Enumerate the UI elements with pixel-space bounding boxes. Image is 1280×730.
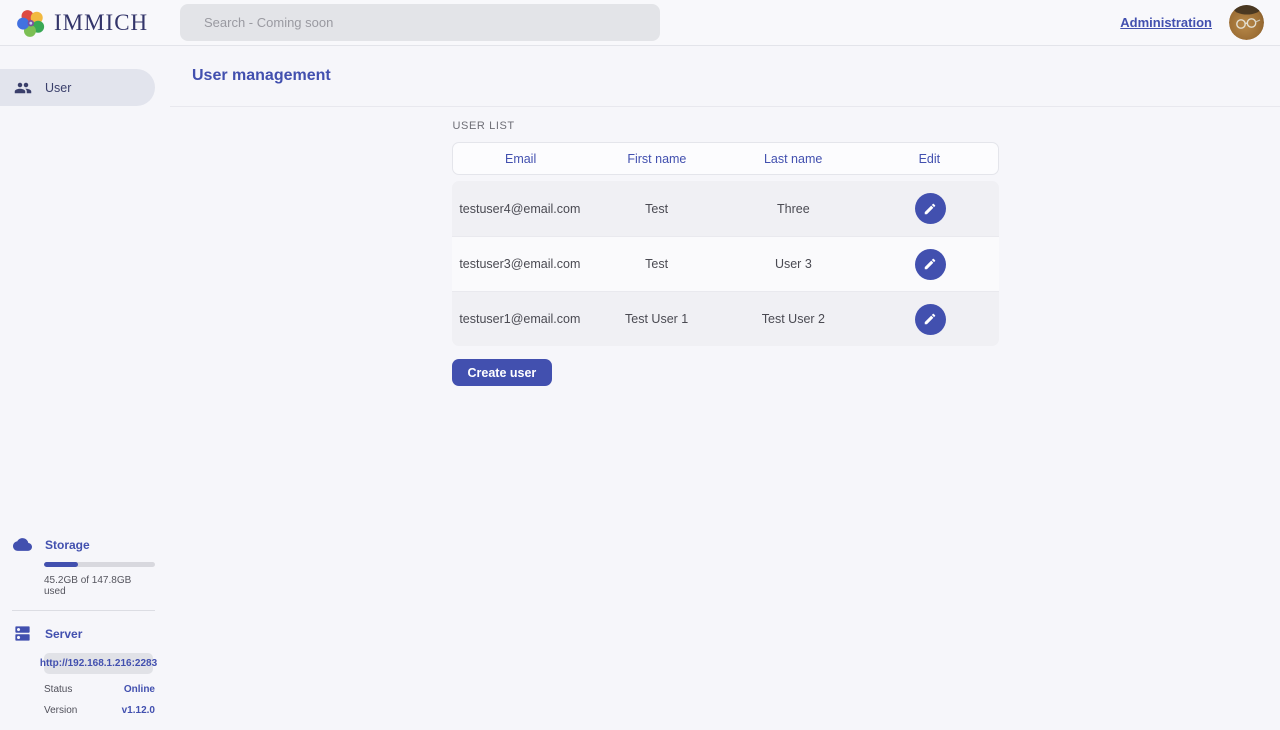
dns-server-icon xyxy=(13,624,32,643)
column-header-edit: Edit xyxy=(861,152,997,166)
pencil-icon xyxy=(923,312,937,326)
administration-link[interactable]: Administration xyxy=(1120,15,1212,30)
cell-edit xyxy=(862,304,999,335)
status-value: Online xyxy=(124,684,155,695)
server-url-chip: http://192.168.1.216:2283 xyxy=(44,653,153,674)
server-status-row: Status Online xyxy=(44,684,155,695)
edit-user-button[interactable] xyxy=(915,249,946,280)
storage-header: Storage xyxy=(0,535,155,554)
main-content: User management USER LIST Email First na… xyxy=(170,46,1280,730)
edit-user-button[interactable] xyxy=(915,304,946,335)
column-header-email: Email xyxy=(453,152,589,166)
cell-email: testuser3@email.com xyxy=(452,257,589,271)
storage-usage-label: 45.2GB of 147.8GB used xyxy=(44,575,155,597)
column-header-last-name: Last name xyxy=(725,152,861,166)
cell-edit xyxy=(862,193,999,224)
edit-user-button[interactable] xyxy=(915,193,946,224)
users-icon xyxy=(14,79,32,97)
section-label: USER LIST xyxy=(453,120,999,132)
cell-last-name: User 3 xyxy=(725,257,862,271)
storage-progress-bar xyxy=(44,562,155,567)
storage-progress-fill xyxy=(44,562,78,567)
cloud-icon xyxy=(13,535,32,554)
server-title: Server xyxy=(45,627,82,641)
immich-logo-icon xyxy=(16,8,46,38)
cell-email: testuser4@email.com xyxy=(452,202,589,216)
cell-last-name: Test User 2 xyxy=(725,312,862,326)
cell-email: testuser1@email.com xyxy=(452,312,589,326)
column-header-first-name: First name xyxy=(589,152,725,166)
create-user-button[interactable]: Create user xyxy=(452,359,553,386)
server-header: Server xyxy=(0,624,155,643)
version-label: Version xyxy=(44,705,77,716)
table-header-row: Email First name Last name Edit xyxy=(452,142,999,175)
avatar-photo xyxy=(1229,5,1264,40)
page-title: User management xyxy=(192,67,331,85)
sidebar-status-panel: Storage 45.2GB of 147.8GB used Server ht… xyxy=(0,535,155,716)
cell-first-name: Test xyxy=(588,257,725,271)
pencil-icon xyxy=(923,202,937,216)
storage-title: Storage xyxy=(45,538,90,552)
brand-title: IMMICH xyxy=(54,10,148,36)
pencil-icon xyxy=(923,257,937,271)
sidebar-item-label: User xyxy=(45,81,71,95)
table-row: testuser3@email.com Test User 3 xyxy=(452,236,999,291)
user-avatar[interactable] xyxy=(1229,5,1264,40)
brand-link[interactable]: IMMICH xyxy=(16,8,148,38)
search-input[interactable] xyxy=(180,4,660,41)
cell-edit xyxy=(862,249,999,280)
version-value: v1.12.0 xyxy=(122,705,155,716)
table-body: testuser4@email.com Test Three testuser3… xyxy=(452,181,999,346)
sidebar-item-user[interactable]: User xyxy=(0,69,155,106)
sidebar: User Storage 45.2GB of 147.8GB used Serv… xyxy=(0,46,170,730)
cell-last-name: Three xyxy=(725,202,862,216)
topbar: IMMICH Administration xyxy=(0,0,1280,46)
user-list-section: USER LIST Email First name Last name Edi… xyxy=(452,107,999,386)
page-header: User management xyxy=(170,46,1280,107)
cell-first-name: Test xyxy=(588,202,725,216)
server-version-row: Version v1.12.0 xyxy=(44,705,155,716)
cell-first-name: Test User 1 xyxy=(588,312,725,326)
table-row: testuser1@email.com Test User 1 Test Use… xyxy=(452,291,999,346)
table-row: testuser4@email.com Test Three xyxy=(452,181,999,236)
sidebar-divider xyxy=(12,610,155,611)
status-label: Status xyxy=(44,684,72,695)
topbar-right: Administration xyxy=(1120,5,1264,40)
